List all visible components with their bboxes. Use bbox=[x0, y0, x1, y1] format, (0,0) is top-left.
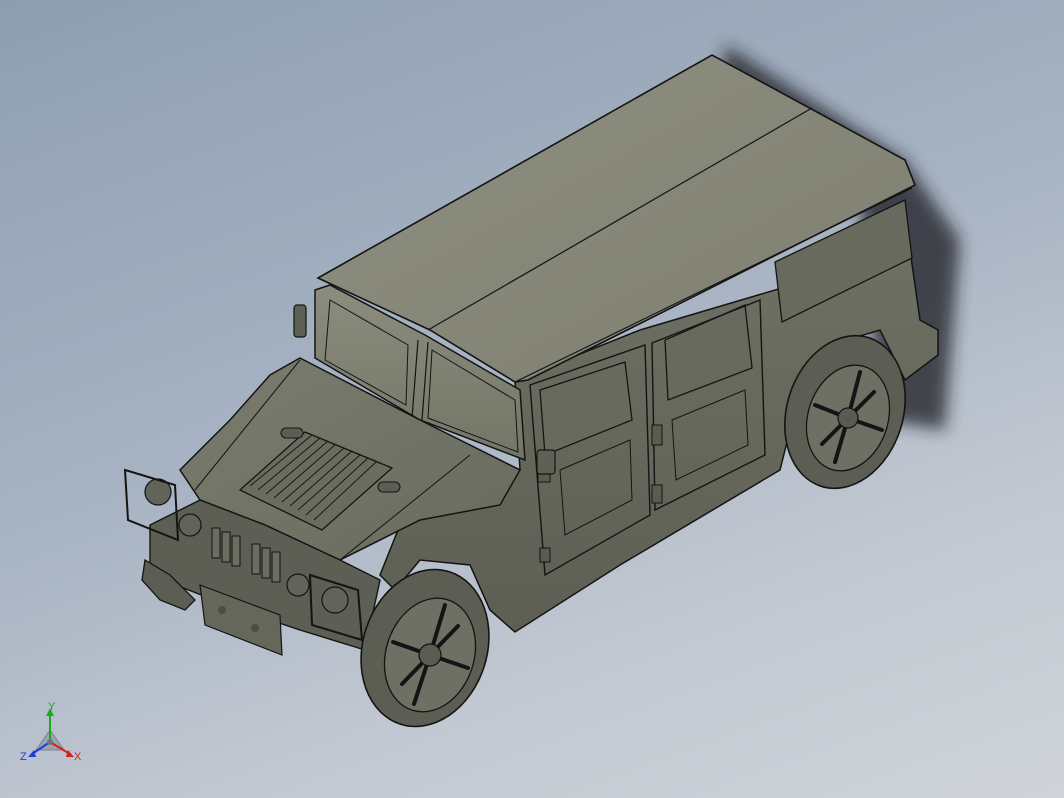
y-axis-label: Y bbox=[48, 701, 56, 713]
z-axis-label: Z bbox=[20, 751, 27, 763]
triad-origin bbox=[47, 739, 53, 745]
graphics-viewport[interactable]: Y X Z bbox=[0, 0, 1064, 798]
x-axis-label: X bbox=[74, 751, 82, 763]
axis-triad: Y X Z bbox=[20, 701, 82, 763]
vehicle-model[interactable] bbox=[0, 0, 1064, 798]
